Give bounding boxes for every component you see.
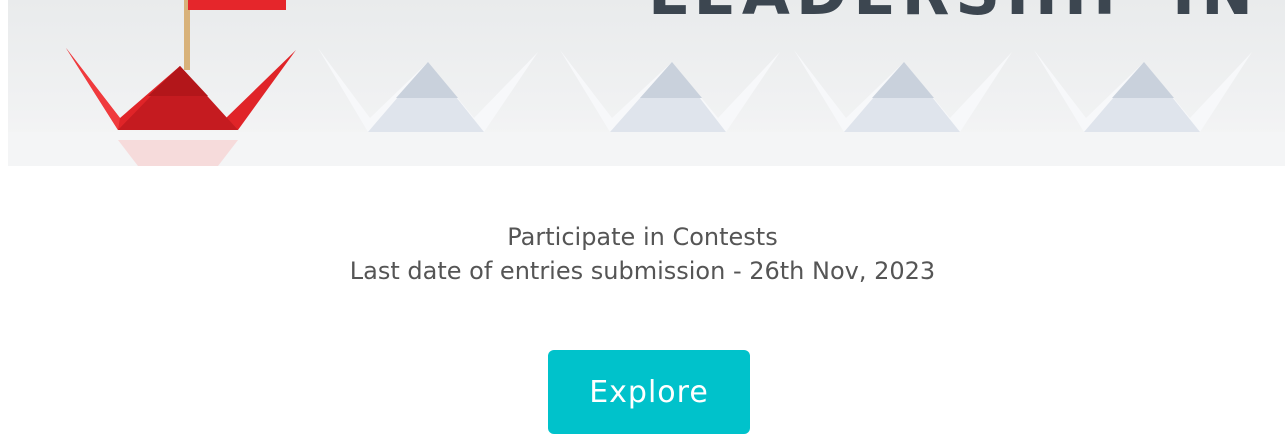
flag-pole xyxy=(184,0,190,70)
banner-image: LEADERSHIP IN QUALITY xyxy=(8,0,1285,166)
red-flag xyxy=(188,0,286,10)
submission-deadline: Last date of entries submission - 26th N… xyxy=(349,257,936,285)
page: LEADERSHIP IN QUALITY xyxy=(0,0,1285,437)
contest-info: Participate in Contests Last date of ent… xyxy=(0,220,1285,288)
contest-title: Participate in Contests xyxy=(507,223,778,251)
banner-headline: LEADERSHIP IN QUALITY xyxy=(648,0,1285,29)
explore-button[interactable]: Explore xyxy=(548,350,750,434)
paper-boats-illustration: LEADERSHIP IN QUALITY xyxy=(8,0,1285,166)
